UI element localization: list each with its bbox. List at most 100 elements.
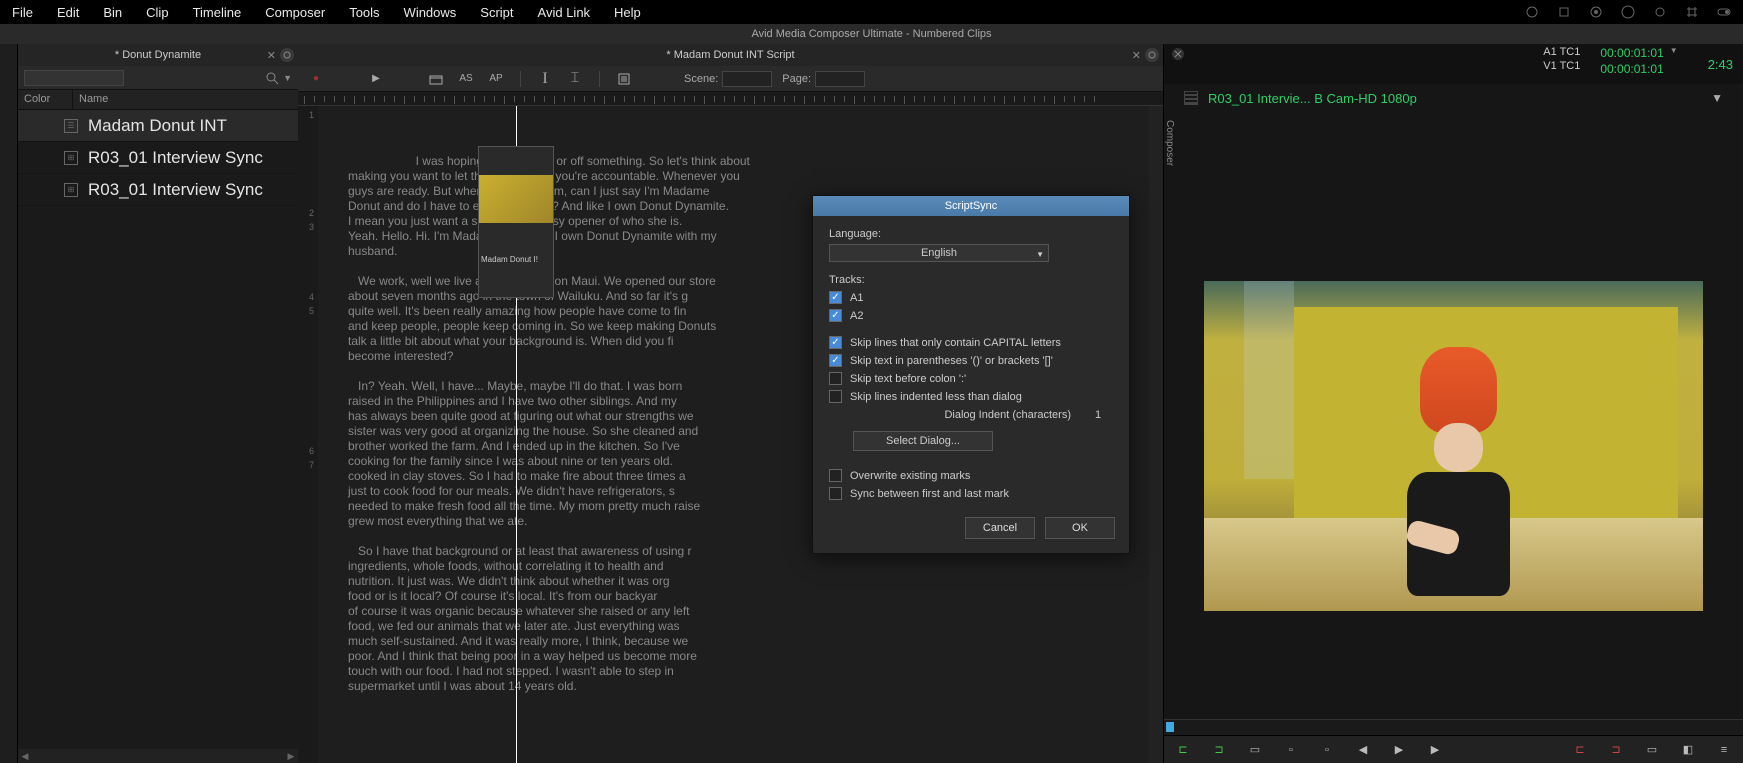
menu-windows[interactable]: Windows bbox=[404, 5, 457, 20]
clip-dropdown-icon[interactable]: ▼ bbox=[1711, 91, 1723, 105]
page-dropdown[interactable] bbox=[815, 71, 865, 87]
text-cursor-icon[interactable]: I bbox=[535, 70, 555, 88]
overwrite-marks-checkbox[interactable] bbox=[829, 469, 842, 482]
bin-row[interactable]: ⊞ R03_01 Interview Sync bbox=[18, 142, 298, 174]
ap-button[interactable]: AP bbox=[486, 70, 506, 88]
bin-view-dropdown[interactable] bbox=[24, 70, 124, 86]
tracks-label: Tracks: bbox=[829, 274, 1113, 286]
menu-script[interactable]: Script bbox=[480, 5, 513, 20]
goto-out-button[interactable]: ⊐ bbox=[1607, 741, 1625, 759]
overwrite-marks-label: Overwrite existing marks bbox=[850, 470, 970, 482]
play-button[interactable]: ▶ bbox=[366, 70, 386, 88]
skip-capitals-label: Skip lines that only contain CAPITAL let… bbox=[850, 337, 1061, 349]
composer-clip-header: R03_01 Intervie... B Cam-HD 1080p ▼ bbox=[1164, 84, 1743, 112]
menu-bin[interactable]: Bin bbox=[103, 5, 122, 20]
main-menu-bar: File Edit Bin Clip Timeline Composer Too… bbox=[0, 0, 1743, 24]
search-icon[interactable] bbox=[265, 71, 279, 85]
bin-row[interactable]: ☰ Madam Donut INT bbox=[18, 110, 298, 142]
menu-timeline[interactable]: Timeline bbox=[193, 5, 242, 20]
bin-toolbar: ▼ bbox=[18, 66, 298, 90]
composer-transport-controls: ⊏ ⊐ ▭ ▫ ▫ ◀ ▶ ▶ ⊏ ⊐ ▭ ◧ ≡ bbox=[1164, 735, 1743, 763]
sync-clip-icon: ⊞ bbox=[64, 183, 78, 197]
bin-filter-dropdown-icon[interactable]: ▼ bbox=[283, 73, 292, 83]
script-line-gutter: 1234567 bbox=[298, 106, 318, 763]
menu-edit[interactable]: Edit bbox=[57, 5, 79, 20]
mark-out-button[interactable]: ⊐ bbox=[1210, 741, 1228, 759]
dropdown-arrow-icon: ▼ bbox=[1036, 247, 1044, 263]
mark-in-button[interactable]: ⊏ bbox=[1174, 741, 1192, 759]
menu-avid-link[interactable]: Avid Link bbox=[538, 5, 591, 20]
script-tab-gear-icon[interactable] bbox=[1145, 48, 1159, 62]
menu-file[interactable]: File bbox=[12, 5, 33, 20]
play-button[interactable]: ▶ bbox=[1390, 741, 1408, 759]
script-panel-close-icon[interactable] bbox=[1171, 47, 1185, 61]
bin-row-name: R03_01 Interview Sync bbox=[88, 180, 263, 200]
language-dropdown[interactable]: English ▼ bbox=[829, 244, 1049, 262]
clip-proxy-thumbnail[interactable]: Madam Donut I! bbox=[478, 146, 554, 298]
tc-dropdown-icon[interactable]: ▼ bbox=[1670, 46, 1678, 55]
script-tab-close-icon[interactable]: ✕ bbox=[1132, 49, 1141, 62]
composer-side-label: Composer bbox=[1164, 120, 1175, 166]
script-vertical-scrollbar[interactable] bbox=[1149, 106, 1163, 763]
bin-tab-gear-icon[interactable] bbox=[280, 48, 294, 62]
menu-clip[interactable]: Clip bbox=[146, 5, 168, 20]
skip-indent-checkbox[interactable] bbox=[829, 390, 842, 403]
tray-icon-hash[interactable] bbox=[1685, 5, 1699, 19]
filmstrip-icon[interactable] bbox=[1184, 91, 1198, 105]
menu-help[interactable]: Help bbox=[614, 5, 641, 20]
skip-parens-checkbox[interactable] bbox=[829, 354, 842, 367]
bin-panel: * Donut Dynamite ✕ ▼ Color Name ☰ Madam … bbox=[18, 44, 298, 763]
position-indicator[interactable] bbox=[1166, 722, 1174, 732]
bin-col-name[interactable]: Name bbox=[73, 90, 298, 109]
cancel-button[interactable]: Cancel bbox=[965, 517, 1035, 539]
sync-clip-icon: ⊞ bbox=[64, 151, 78, 165]
ok-button[interactable]: OK bbox=[1045, 517, 1115, 539]
goto-in-button[interactable]: ⊏ bbox=[1571, 741, 1589, 759]
dialog-title: ScriptSync bbox=[813, 196, 1129, 216]
bin-col-color[interactable]: Color bbox=[18, 90, 73, 109]
tray-icon-2[interactable] bbox=[1557, 5, 1571, 19]
slate-icon[interactable] bbox=[426, 70, 446, 88]
text-select-icon[interactable]: ⌶ bbox=[565, 70, 585, 88]
bin-tab-close-icon[interactable]: ✕ bbox=[267, 49, 276, 62]
step-back-button[interactable]: ◀ bbox=[1354, 741, 1372, 759]
script-ruler[interactable] bbox=[298, 92, 1163, 106]
scroll-right-icon[interactable]: ▶ bbox=[284, 751, 298, 762]
script-tab[interactable]: * Madam Donut INT Script bbox=[298, 46, 1163, 64]
tray-icon-sync[interactable] bbox=[1653, 5, 1667, 19]
bin-row[interactable]: ⊞ R03_01 Interview Sync bbox=[18, 174, 298, 206]
as-button[interactable]: AS bbox=[456, 70, 476, 88]
tray-icon-3[interactable] bbox=[1589, 5, 1603, 19]
composer-position-bar[interactable] bbox=[1164, 719, 1743, 735]
sync-first-last-checkbox[interactable] bbox=[829, 487, 842, 500]
skip-indent-label: Skip lines indented less than dialog bbox=[850, 391, 1022, 403]
bin-horizontal-scrollbar[interactable]: ◀ ▶ bbox=[18, 749, 298, 763]
bin-tab[interactable]: * Donut Dynamite bbox=[18, 46, 298, 64]
page-view-icon[interactable] bbox=[614, 70, 634, 88]
scene-dropdown[interactable] bbox=[722, 71, 772, 87]
composer-panel: A1 TC1 V1 TC1 00:00:01:01 00:00:01:01 ▼ … bbox=[1163, 44, 1743, 763]
skip-colon-checkbox[interactable] bbox=[829, 372, 842, 385]
indent-value[interactable]: 1 bbox=[1083, 409, 1113, 421]
tray-icon-1[interactable] bbox=[1525, 5, 1539, 19]
menu-button[interactable]: ≡ bbox=[1715, 741, 1733, 759]
menu-composer[interactable]: Composer bbox=[265, 5, 325, 20]
track-a2-checkbox[interactable] bbox=[829, 309, 842, 322]
scroll-left-icon[interactable]: ◀ bbox=[18, 751, 32, 762]
tray-icon-toggle[interactable] bbox=[1717, 5, 1731, 19]
clear-out-button[interactable]: ▫ bbox=[1318, 741, 1336, 759]
composer-clip-name[interactable]: R03_01 Intervie... B Cam-HD 1080p bbox=[1208, 91, 1701, 106]
add-marker-button[interactable]: ▭ bbox=[1643, 741, 1661, 759]
effect-button[interactable]: ◧ bbox=[1679, 741, 1697, 759]
menu-tools[interactable]: Tools bbox=[349, 5, 379, 20]
track-a1-checkbox[interactable] bbox=[829, 291, 842, 304]
select-dialog-button[interactable]: Select Dialog... bbox=[853, 431, 993, 451]
tc-a1-label: A1 TC1 bbox=[1543, 46, 1580, 58]
step-fwd-button[interactable]: ▶ bbox=[1426, 741, 1444, 759]
tray-icon-cc[interactable] bbox=[1621, 5, 1635, 19]
record-button[interactable]: ● bbox=[306, 70, 326, 88]
mark-clip-button[interactable]: ▭ bbox=[1246, 741, 1264, 759]
clear-in-button[interactable]: ▫ bbox=[1282, 741, 1300, 759]
source-viewer[interactable] bbox=[1204, 281, 1703, 611]
skip-capitals-checkbox[interactable] bbox=[829, 336, 842, 349]
